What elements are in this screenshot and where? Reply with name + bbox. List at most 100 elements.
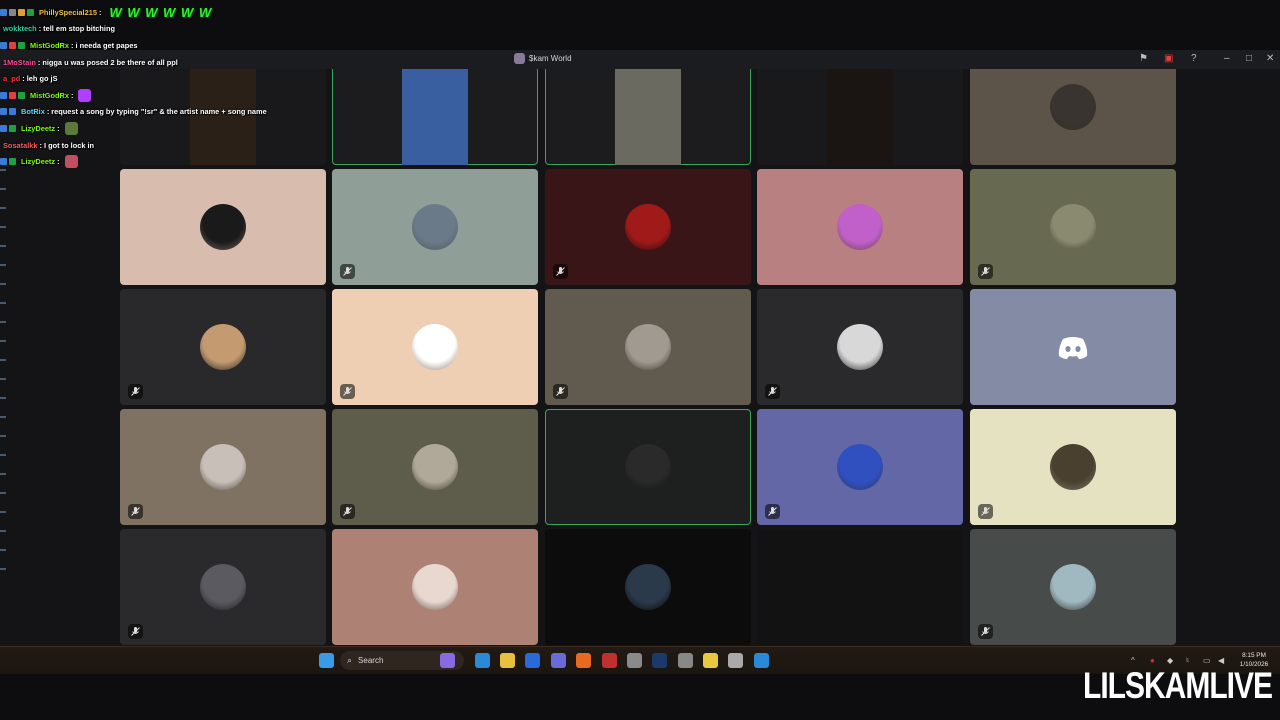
shield-icon[interactable] — [602, 653, 617, 668]
avatar — [625, 324, 671, 370]
participant-tile[interactable] — [970, 169, 1176, 285]
minimize-icon[interactable]: – — [1224, 53, 1230, 65]
avatar — [412, 324, 458, 370]
participant-tile[interactable] — [545, 169, 751, 285]
volume-icon[interactable]: ◀ — [1218, 656, 1224, 665]
participant-tile[interactable] — [332, 169, 538, 285]
muted-microphone-icon — [978, 264, 993, 279]
participant-tile[interactable] — [545, 529, 751, 645]
participant-tile[interactable] — [757, 409, 963, 525]
participant-tile[interactable] — [757, 169, 963, 285]
participant-tile[interactable] — [970, 69, 1176, 165]
chat-text: leh go jS — [26, 74, 58, 84]
chat-separator: : — [37, 57, 41, 67]
title-group: $kam World — [514, 53, 572, 64]
chat-text: request a song by typing "!sr" & the art… — [51, 107, 267, 117]
rail-mark — [0, 492, 6, 494]
chat-badge-icon — [18, 91, 25, 99]
steam-icon[interactable] — [652, 653, 667, 668]
chat-separator: : — [57, 157, 60, 167]
chat-message: MistGodRx : i needa get papes — [0, 37, 300, 54]
rail-mark — [0, 378, 6, 380]
start-icon[interactable] — [319, 653, 334, 668]
avatar — [200, 444, 246, 490]
participant-video — [402, 69, 468, 165]
chat-username: wokktech — [3, 24, 37, 34]
discord-icon[interactable] — [551, 653, 566, 668]
chat-message: PhillySpecial215 : W W W W W W — [0, 4, 300, 21]
rail-mark — [0, 511, 6, 513]
store-icon[interactable] — [525, 653, 540, 668]
participant-tile[interactable] — [757, 529, 963, 645]
brave-icon[interactable] — [576, 653, 591, 668]
chat-separator: : — [98, 7, 102, 17]
rail-mark — [0, 283, 6, 285]
tray-app-icon[interactable]: ◆ — [1167, 656, 1173, 665]
participant-tile[interactable] — [757, 289, 963, 405]
inbox-icon[interactable]: ▣ — [1164, 53, 1173, 65]
chat-separator: : — [39, 140, 42, 150]
participant-tile[interactable] — [970, 529, 1176, 645]
help-icon[interactable]: ? — [1191, 53, 1197, 65]
muted-microphone-icon — [978, 624, 993, 639]
participant-tile[interactable] — [120, 289, 326, 405]
rail-mark — [0, 416, 6, 418]
chat-username: Sosatalkk — [3, 140, 38, 150]
network-icon[interactable]: ▭ — [1203, 656, 1211, 665]
widgets-icon[interactable] — [440, 653, 455, 668]
chat-message: LizyDeetz : — [0, 153, 300, 170]
avatar — [625, 564, 671, 610]
record-icon[interactable]: ● — [1150, 656, 1155, 665]
stream-watermark: LILSKAMLIVE — [1083, 665, 1273, 707]
chat-text: nigga u was posed 2 be there of all ppl — [42, 57, 178, 67]
chat-username: a_pd — [3, 74, 21, 84]
rail-mark — [0, 207, 6, 209]
chat-badge-icon — [18, 8, 25, 16]
chat-message: BotRix : request a song by typing "!sr" … — [0, 104, 300, 121]
participant-tile[interactable] — [120, 409, 326, 525]
chat-message: wokktech : tell em stop bitching — [0, 21, 300, 38]
participant-tile[interactable] — [120, 529, 326, 645]
copilot-icon[interactable] — [475, 653, 490, 668]
muted-microphone-icon — [340, 264, 355, 279]
chevron-up-icon[interactable]: ^ — [1131, 656, 1135, 665]
chat-username: PhillySpecial215 — [39, 7, 97, 17]
participant-tile[interactable] — [332, 529, 538, 645]
participant-tile[interactable] — [757, 69, 963, 165]
chat-message: Sosatalkk : I got to lock in — [0, 137, 300, 154]
microphone-icon[interactable]: ♮ — [1186, 656, 1189, 665]
rail-mark — [0, 321, 6, 323]
avatar — [625, 444, 671, 490]
participant-tile[interactable] — [120, 169, 326, 285]
participant-tile[interactable] — [545, 289, 751, 405]
avatar — [1050, 444, 1096, 490]
muted-microphone-icon — [340, 384, 355, 399]
rail-mark — [0, 188, 6, 190]
chat-username: LizyDeetz — [21, 123, 56, 133]
participant-tile[interactable] — [545, 409, 751, 525]
participant-tile[interactable] — [332, 409, 538, 525]
app-icon[interactable] — [703, 653, 718, 668]
participant-tile[interactable] — [545, 69, 751, 165]
chat-badge-icon — [0, 91, 7, 99]
participant-tile[interactable] — [332, 289, 538, 405]
avatar — [1050, 204, 1096, 250]
4k-icon[interactable] — [728, 653, 743, 668]
participant-tile[interactable] — [970, 289, 1176, 405]
chrome-icon[interactable] — [627, 653, 642, 668]
chat-badge-icon — [9, 91, 16, 99]
muted-microphone-icon — [128, 384, 143, 399]
avatar — [412, 444, 458, 490]
chat-emote-text: W W W W W W — [109, 4, 213, 20]
chat-badge-icon — [9, 108, 16, 116]
participant-tile[interactable] — [332, 69, 538, 165]
close-icon[interactable]: ✕ — [1266, 53, 1274, 65]
notepad-icon[interactable] — [754, 653, 769, 668]
app-icon[interactable] — [678, 653, 693, 668]
file-explorer-icon[interactable] — [500, 653, 515, 668]
flag-icon[interactable]: ⚑ — [1139, 53, 1148, 65]
participant-video — [615, 69, 681, 165]
rail-mark — [0, 226, 6, 228]
maximize-icon[interactable]: □ — [1246, 53, 1252, 65]
participant-tile[interactable] — [970, 409, 1176, 525]
